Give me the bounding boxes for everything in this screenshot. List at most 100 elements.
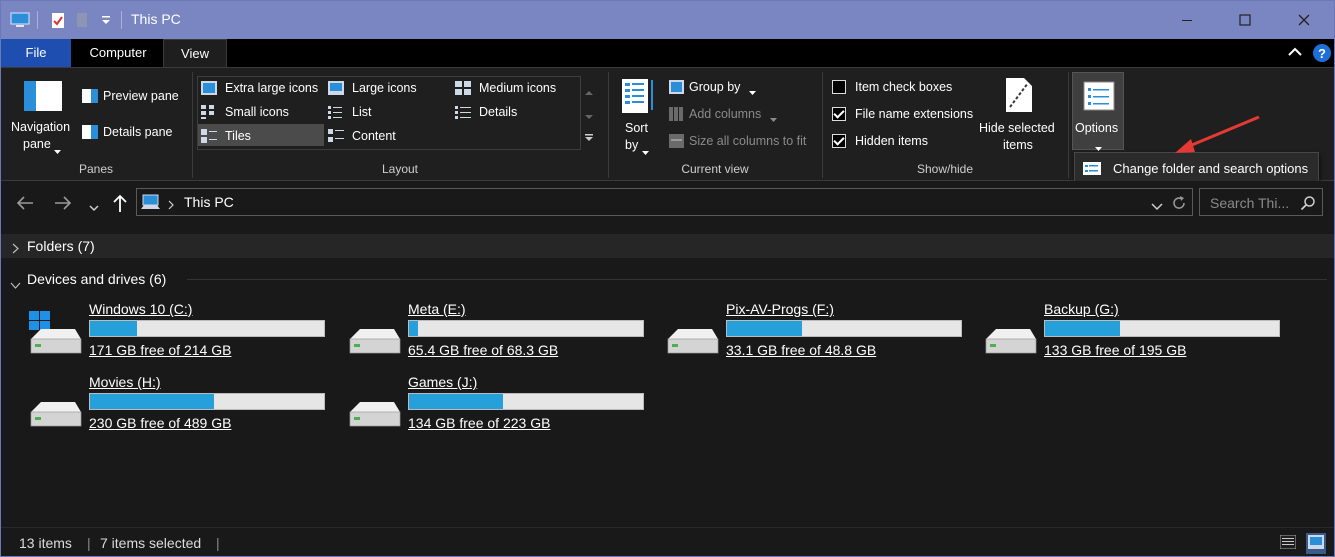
tab-file[interactable]: File: [1, 39, 71, 67]
change-folder-options-label: Change folder and search options: [1113, 161, 1309, 176]
add-columns-button[interactable]: Add columns: [689, 107, 761, 121]
layout-medium-icons[interactable]: Medium icons: [479, 81, 556, 95]
drive-name[interactable]: Movies (H:): [89, 374, 161, 390]
drive-free-space: 133 GB free of 195 GB: [1044, 342, 1187, 358]
details-pane-button[interactable]: Details pane: [103, 125, 173, 139]
layout-extra-large-icons[interactable]: Extra large icons: [225, 81, 318, 95]
help-icon[interactable]: ?: [1312, 43, 1332, 66]
scroll-down-icon[interactable]: [585, 108, 593, 123]
up-arrow-icon[interactable]: [112, 193, 128, 216]
chevron-down-icon: [642, 144, 649, 159]
drive-tile[interactable]: Pix-AV-Progs (F:) 33.1 GB free of 48.8 GB: [664, 301, 964, 361]
properties-icon[interactable]: [49, 10, 67, 30]
preview-pane-icon[interactable]: [81, 88, 99, 107]
drive-tile[interactable]: Movies (H:) 230 GB free of 489 GB: [27, 374, 327, 434]
refresh-icon[interactable]: [1171, 195, 1187, 214]
scroll-up-icon[interactable]: [585, 84, 593, 99]
search-box[interactable]: Search Thi...: [1199, 188, 1323, 216]
selected-count: 7 items selected: [100, 535, 202, 551]
layout-large-icons[interactable]: Large icons: [352, 81, 417, 95]
navigation-pane-button[interactable]: Navigation: [11, 120, 70, 134]
hide-selected-items-icon[interactable]: [1005, 77, 1033, 116]
minimize-ribbon-icon[interactable]: [1287, 46, 1303, 61]
this-pc-icon[interactable]: [9, 10, 31, 30]
maximize-button[interactable]: [1222, 1, 1268, 39]
annotation-arrow-icon: [1169, 113, 1263, 160]
drive-name[interactable]: Games (J:): [408, 374, 477, 390]
devices-header-label: Devices and drives (6): [27, 271, 167, 287]
hidden-items-checkbox[interactable]: [832, 134, 846, 148]
add-columns-icon[interactable]: [669, 107, 684, 124]
layout-tiles[interactable]: Tiles: [225, 129, 251, 143]
recent-locations-chevron-icon[interactable]: [89, 200, 99, 215]
customize-toolbar-icon[interactable]: [97, 10, 115, 30]
hard-drive-icon: [346, 384, 404, 430]
drive-name[interactable]: Meta (E:): [408, 301, 466, 317]
breadcrumb-this-pc[interactable]: This PC: [184, 194, 234, 210]
drive-tile[interactable]: Games (J:) 134 GB free of 223 GB: [346, 374, 646, 434]
tab-computer[interactable]: Computer: [73, 39, 163, 67]
item-check-boxes-checkbox[interactable]: [832, 80, 846, 94]
extra-large-icons-icon: [201, 81, 217, 98]
group-divider: [1068, 72, 1069, 178]
minimize-button[interactable]: [1164, 1, 1210, 39]
search-icon[interactable]: [1300, 195, 1316, 214]
back-arrow-icon[interactable]: [15, 195, 35, 214]
hide-selected-items-label-2: items: [1003, 138, 1033, 152]
chevron-down-icon: [770, 111, 777, 126]
drive-free-space: 230 GB free of 489 GB: [89, 415, 232, 431]
file-name-extensions-label[interactable]: File name extensions: [855, 107, 973, 121]
hide-selected-items-button[interactable]: Hide selected: [979, 121, 1055, 135]
medium-icons-icon: [455, 81, 471, 98]
navigation-pane-icon[interactable]: [23, 80, 63, 115]
size-all-columns-button[interactable]: Size all columns to fit: [689, 134, 806, 148]
forward-arrow-icon[interactable]: [53, 195, 73, 214]
drive-usage-fill: [1045, 321, 1120, 336]
drive-usage-bar: [408, 320, 644, 337]
item-check-boxes-label[interactable]: Item check boxes: [855, 80, 952, 94]
sort-by-button[interactable]: Sort: [625, 121, 648, 135]
layout-small-icons[interactable]: Small icons: [225, 105, 289, 119]
folders-group-header[interactable]: Folders (7): [1, 234, 1334, 258]
drive-name[interactable]: Backup (G:): [1044, 301, 1119, 317]
breadcrumb-chevron-icon[interactable]: [168, 198, 174, 213]
layout-details[interactable]: Details: [479, 105, 517, 119]
small-icons-icon: [201, 105, 217, 122]
layout-list[interactable]: List: [352, 105, 371, 119]
layout-content[interactable]: Content: [352, 129, 396, 143]
folder-options-icon: [1083, 162, 1101, 178]
tab-view[interactable]: View: [163, 39, 227, 67]
navigation-pane-label-2: pane: [23, 137, 51, 151]
explorer-window: This PC File Computer View ? Navigation: [0, 0, 1335, 557]
layout-group: Extra large icons Large icons Medium ico…: [193, 68, 607, 182]
drive-usage-bar: [89, 320, 325, 337]
drive-tile[interactable]: Meta (E:) 65.4 GB free of 68.3 GB: [346, 301, 646, 361]
devices-group-header[interactable]: Devices and drives (6): [1, 267, 1334, 291]
group-by-button[interactable]: Group by: [689, 80, 740, 94]
drive-name[interactable]: Pix-AV-Progs (F:): [726, 301, 834, 317]
drive-free-space: 134 GB free of 223 GB: [408, 415, 551, 431]
new-folder-icon[interactable]: [73, 10, 91, 30]
close-button[interactable]: [1281, 1, 1327, 39]
size-columns-icon[interactable]: [669, 134, 684, 151]
sort-by-icon[interactable]: [621, 78, 655, 117]
large-icons-view-icon[interactable]: [1306, 533, 1326, 554]
file-name-extensions-checkbox[interactable]: [832, 107, 846, 121]
search-placeholder[interactable]: Search Thi...: [1210, 195, 1289, 211]
group-by-icon[interactable]: [669, 80, 684, 97]
chevron-down-icon: [54, 143, 61, 158]
drive-name[interactable]: Windows 10 (C:): [89, 301, 192, 317]
details-pane-icon[interactable]: [81, 124, 99, 143]
drive-tile[interactable]: Windows 10 (C:) 171 GB free of 214 GB: [27, 301, 327, 361]
details-view-icon[interactable]: [1279, 534, 1297, 552]
status-divider: |: [87, 535, 91, 551]
address-bar[interactable]: This PC: [136, 188, 1193, 216]
address-dropdown-icon[interactable]: [1151, 199, 1163, 214]
drive-tile[interactable]: Backup (G:) 133 GB free of 195 GB: [982, 301, 1282, 361]
hidden-items-label[interactable]: Hidden items: [855, 134, 928, 148]
gallery-expand-icon[interactable]: [585, 130, 593, 145]
large-icons-icon: [328, 81, 344, 98]
preview-pane-button[interactable]: Preview pane: [103, 89, 179, 103]
current-view-group-label: Current view: [681, 162, 749, 176]
options-button[interactable]: Options: [1072, 72, 1124, 151]
